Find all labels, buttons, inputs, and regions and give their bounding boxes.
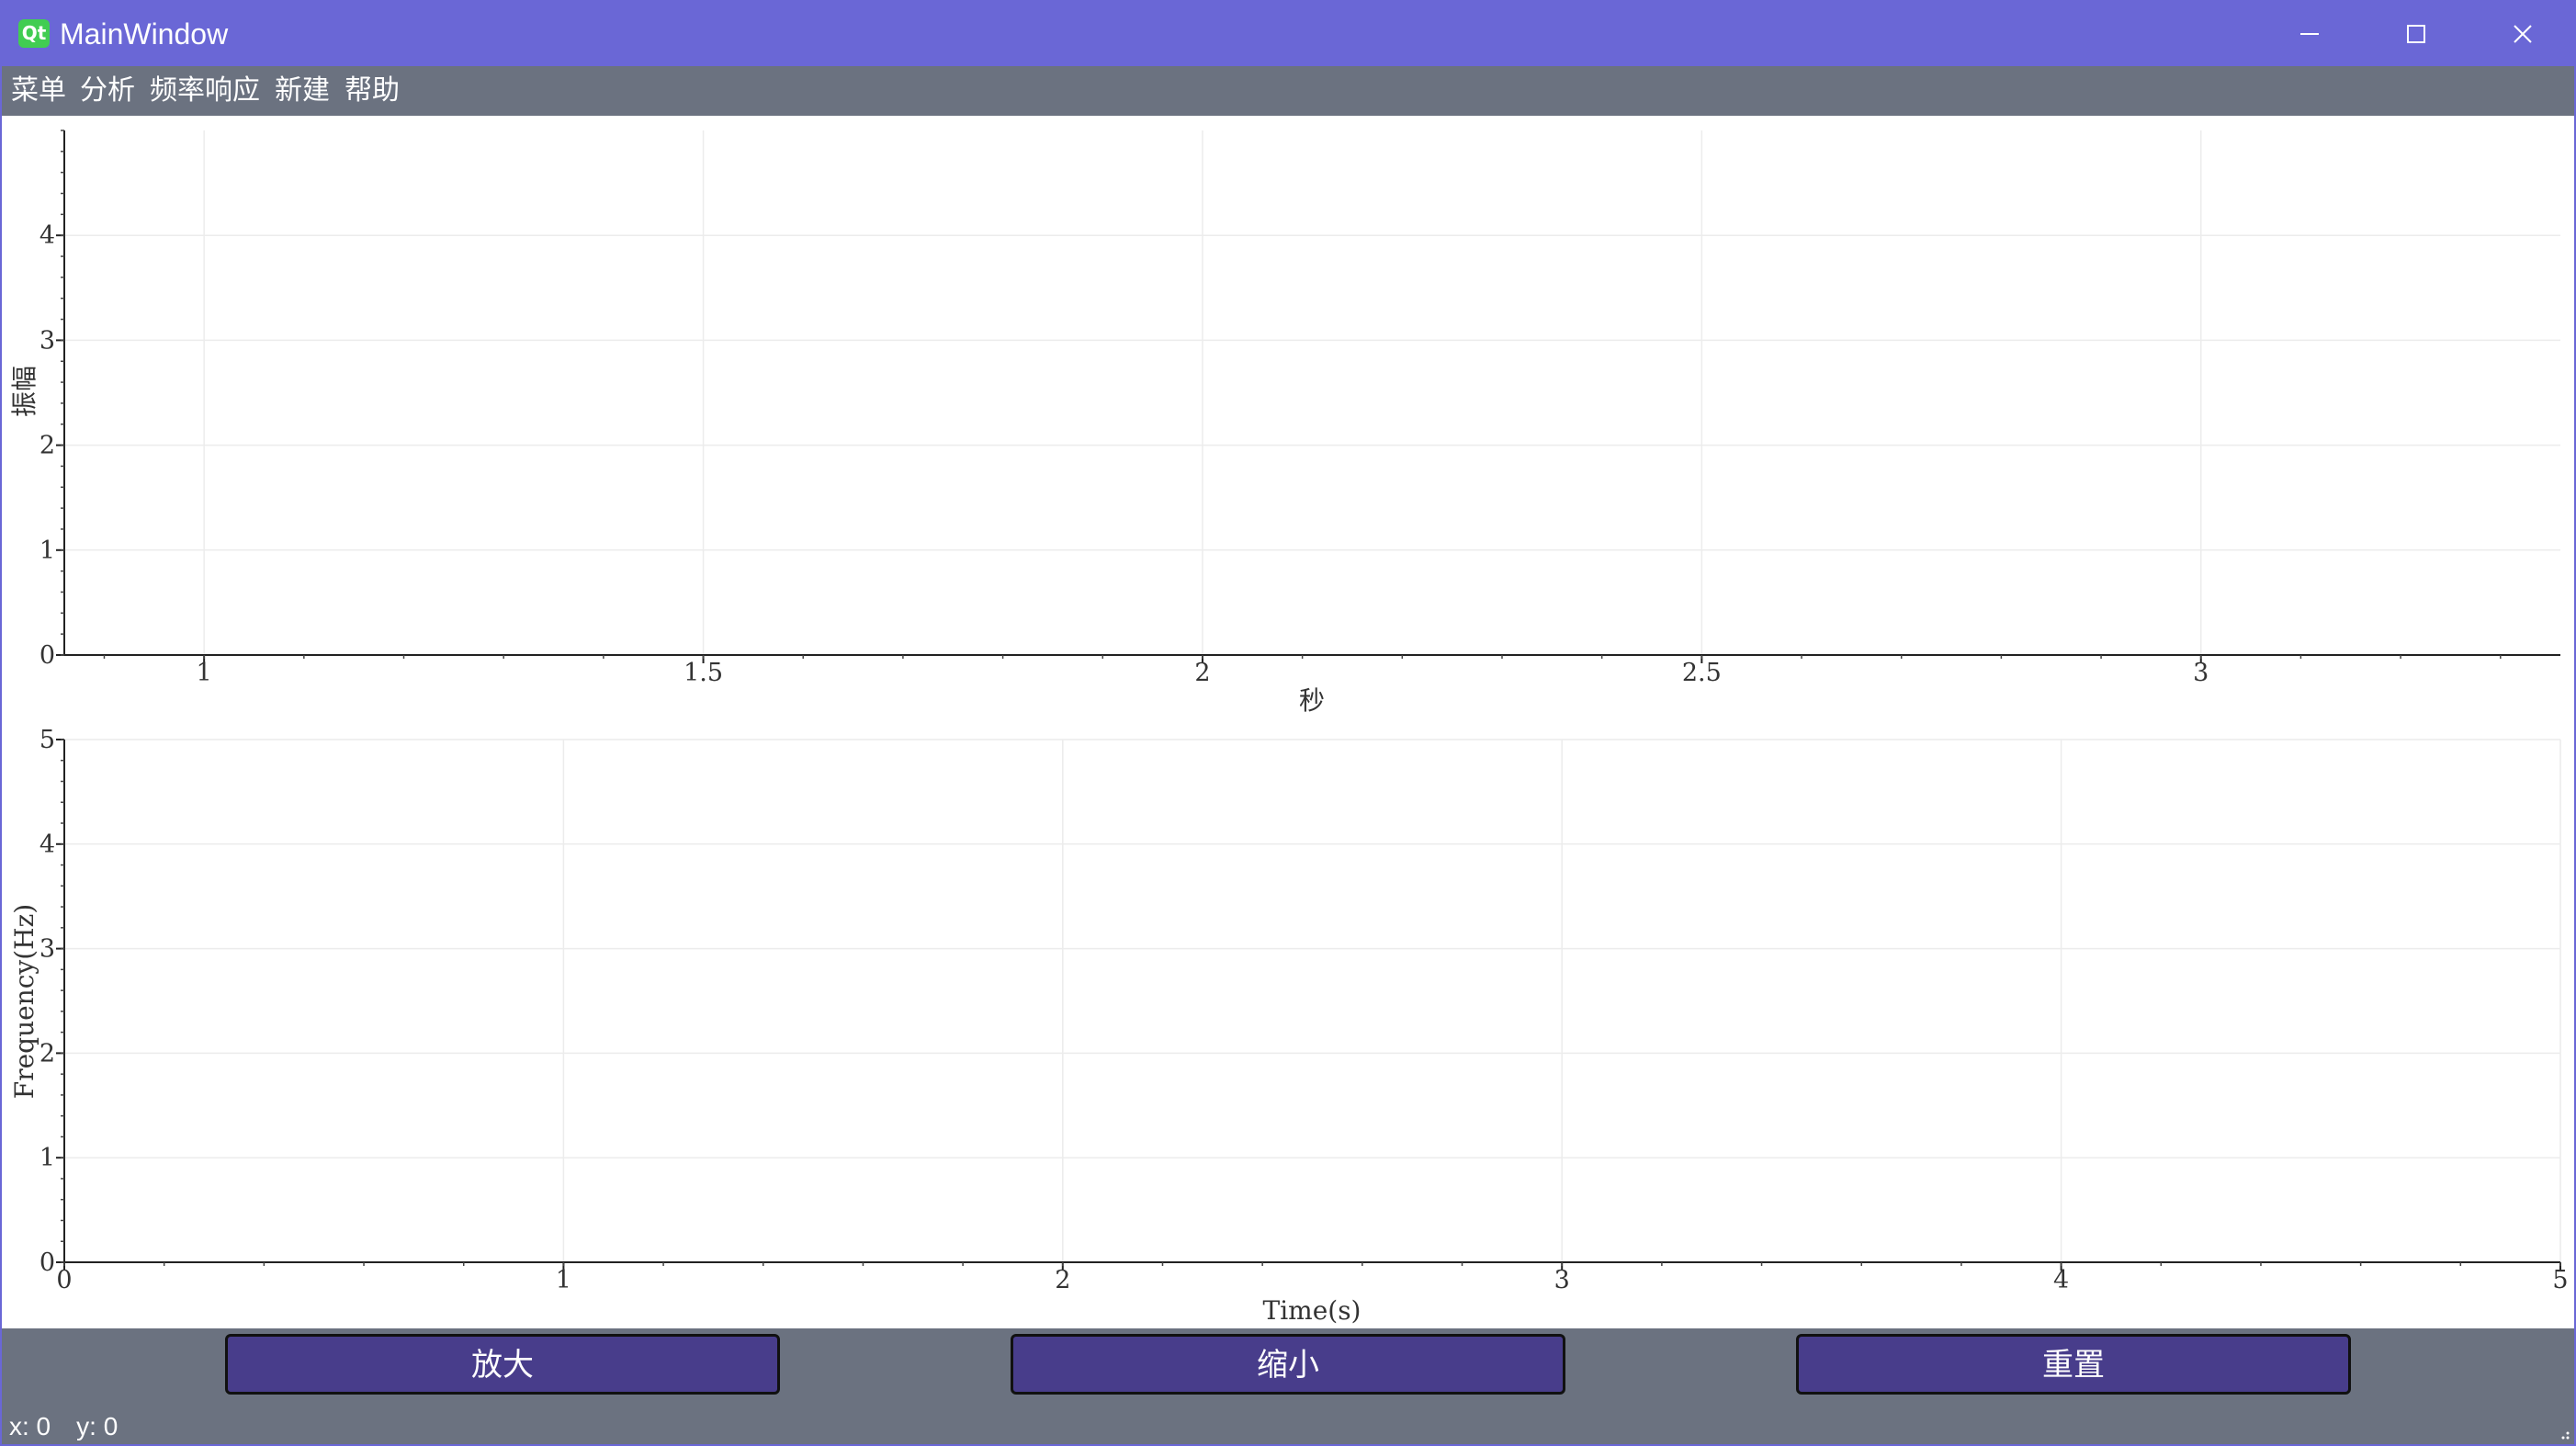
top-plot-x-tick-label: 2 — [1194, 659, 1210, 687]
title-bar[interactable]: Qt MainWindow — [2, 2, 2574, 66]
top-plot-y-axis-label: 振幅 — [9, 366, 40, 417]
bottom-plot-x-tick-label: 1 — [556, 1266, 571, 1294]
qt-logo-icon: Qt — [18, 19, 50, 48]
bottom-plot-y-tick-label: 5 — [40, 726, 55, 754]
top-plot-y-ticks: 0 1 2 3 4 — [40, 130, 64, 670]
menu-bar: 菜单 分析 频率响应 新建 帮助 — [2, 66, 2574, 116]
status-bar: x: 0 y: 0 — [9, 1407, 119, 1444]
top-plot-x-ticks: 1 1.5 2 2.5 3 — [103, 655, 2502, 687]
status-y-coordinate: y: 0 — [76, 1412, 119, 1440]
bottom-plot-axes — [63, 740, 2560, 1263]
bottom-plot-y-tick-label: 1 — [40, 1144, 55, 1172]
top-plot-x-tick-label: 3 — [2193, 659, 2209, 687]
top-plot-y-tick-label: 3 — [40, 326, 55, 355]
minimize-icon — [2300, 33, 2319, 35]
plot-area: 1 1.5 2 2.5 3 0 1 2 3 4 秒 振幅 0 1 2 3 4 5 0 1 2 3 4 5 Time(… — [2, 116, 2574, 1328]
reset-button[interactable]: 重置 — [1796, 1334, 2351, 1395]
bottom-plot-x-tick-label: 5 — [2552, 1266, 2568, 1294]
menu-item-help[interactable]: 帮助 — [345, 71, 400, 111]
zoom-in-button[interactable]: 放大 — [225, 1334, 780, 1395]
top-plot-axes — [63, 130, 2560, 656]
close-icon — [2514, 25, 2532, 43]
maximize-button[interactable] — [2363, 2, 2469, 66]
menu-item-new[interactable]: 新建 — [275, 71, 330, 111]
maximize-icon — [2407, 25, 2425, 43]
bottom-plot-grid — [63, 739, 2561, 1263]
top-plot[interactable]: 1 1.5 2 2.5 3 0 1 2 3 4 秒 振幅 — [9, 130, 2560, 716]
zoom-out-button[interactable]: 缩小 — [1011, 1334, 1565, 1395]
top-plot-grid — [64, 130, 2560, 656]
top-plot-y-tick-label: 4 — [40, 221, 55, 250]
window-title: MainWindow — [60, 17, 229, 51]
close-button[interactable] — [2469, 2, 2574, 66]
bottom-plot-x-tick-label: 2 — [1055, 1266, 1070, 1294]
bottom-plot-y-tick-label: 2 — [40, 1039, 55, 1068]
top-plot-y-tick-label: 1 — [40, 537, 55, 565]
top-plot-x-axis-label: 秒 — [1299, 685, 1325, 716]
bottom-plot[interactable]: 0 1 2 3 4 5 0 1 2 3 4 5 Time(s) Frequency(Hz) — [9, 726, 2569, 1326]
menu-item-frequency-response[interactable]: 频率响应 — [150, 71, 260, 111]
menu-item-menu[interactable]: 菜单 — [11, 71, 66, 111]
main-window: Qt MainWindow 菜单 分析 频率响应 新建 帮助 1 1.5 2 2… — [0, 0, 2576, 1446]
bottom-plot-y-tick-label: 3 — [40, 935, 55, 964]
bottom-plot-y-tick-label: 0 — [40, 1248, 55, 1277]
plots-canvas: 1 1.5 2 2.5 3 0 1 2 3 4 秒 振幅 0 1 2 3 4 5 0 1 2 3 4 5 Time(… — [9, 130, 2569, 1326]
bottom-plot-x-tick-label: 4 — [2053, 1266, 2069, 1294]
bottom-plot-x-axis-label: Time(s) — [1263, 1295, 1361, 1326]
resize-grip-icon[interactable] — [2554, 1424, 2572, 1442]
bottom-plot-y-ticks: 0 1 2 3 4 5 — [40, 726, 64, 1277]
status-x-coordinate: x: 0 — [9, 1412, 51, 1440]
top-plot-x-tick-label: 2.5 — [1682, 659, 1722, 687]
bottom-plot-x-tick-label: 3 — [1554, 1266, 1570, 1294]
top-plot-x-tick-label: 1.5 — [684, 659, 723, 687]
bottom-plot-y-tick-label: 4 — [40, 830, 55, 859]
bottom-plot-y-axis-label: Frequency(Hz) — [9, 904, 40, 1099]
bottom-plot-x-ticks: 0 1 2 3 4 5 — [56, 1262, 2569, 1294]
top-plot-y-tick-label: 0 — [40, 641, 55, 670]
top-plot-y-tick-label: 2 — [40, 432, 55, 460]
minimize-button[interactable] — [2256, 2, 2363, 66]
bottom-plot-x-tick-label: 0 — [56, 1266, 72, 1294]
menu-item-analysis[interactable]: 分析 — [80, 71, 135, 111]
top-plot-x-tick-label: 1 — [197, 659, 212, 687]
